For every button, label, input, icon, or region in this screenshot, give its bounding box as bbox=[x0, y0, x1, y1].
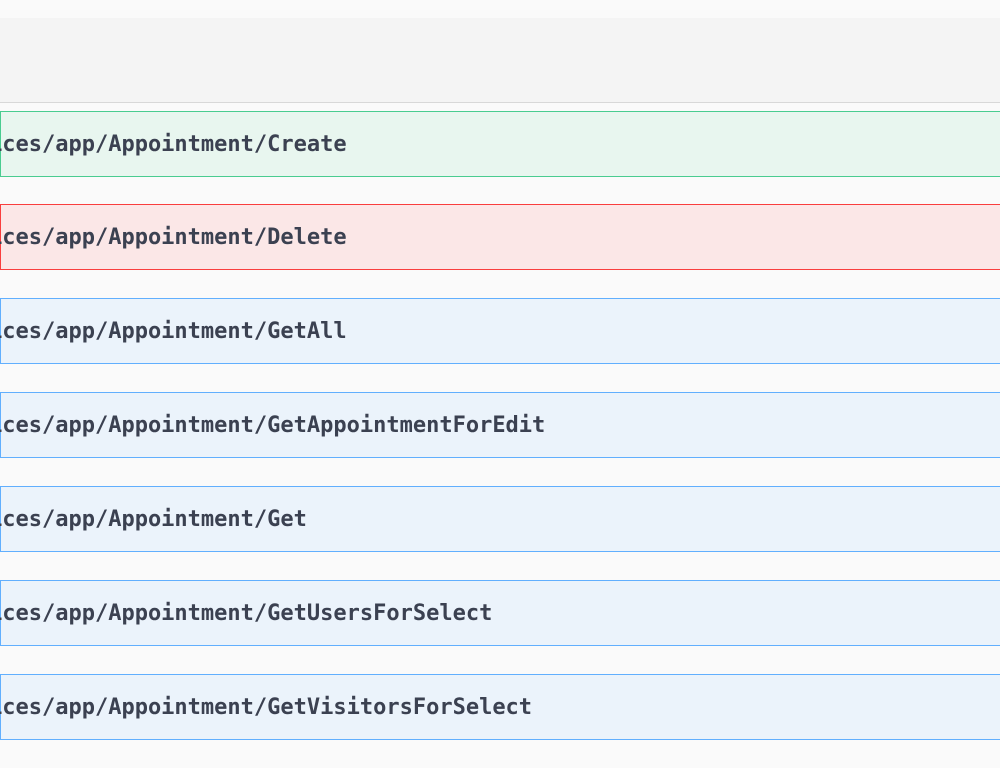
operation-path: ices/app/Appointment/Delete bbox=[0, 225, 347, 250]
operation-path: ices/app/Appointment/GetVisitorsForSelec… bbox=[0, 695, 533, 720]
operation-path: ices/app/Appointment/GetAll bbox=[0, 319, 347, 344]
api-section-header bbox=[0, 18, 1000, 103]
operation-get-visitors-for-select[interactable]: ices/app/Appointment/GetVisitorsForSelec… bbox=[0, 674, 1000, 740]
operation-path: ices/app/Appointment/GetAppointmentForEd… bbox=[0, 413, 546, 438]
operation-get[interactable]: ices/app/Appointment/Get bbox=[0, 486, 1000, 552]
operation-get-all[interactable]: ices/app/Appointment/GetAll bbox=[0, 298, 1000, 364]
operation-delete[interactable]: ices/app/Appointment/Delete bbox=[0, 204, 1000, 270]
operation-create[interactable]: ices/app/Appointment/Create bbox=[0, 111, 1000, 177]
operation-path: ices/app/Appointment/Get bbox=[0, 507, 307, 532]
operation-path: ices/app/Appointment/Create bbox=[0, 132, 347, 157]
operation-path: ices/app/Appointment/GetUsersForSelect bbox=[0, 601, 493, 626]
operations-list: ices/app/Appointment/Create ices/app/App… bbox=[0, 111, 1000, 768]
operation-get-users-for-select[interactable]: ices/app/Appointment/GetUsersForSelect bbox=[0, 580, 1000, 646]
operation-get-appointment-for-edit[interactable]: ices/app/Appointment/GetAppointmentForEd… bbox=[0, 392, 1000, 458]
